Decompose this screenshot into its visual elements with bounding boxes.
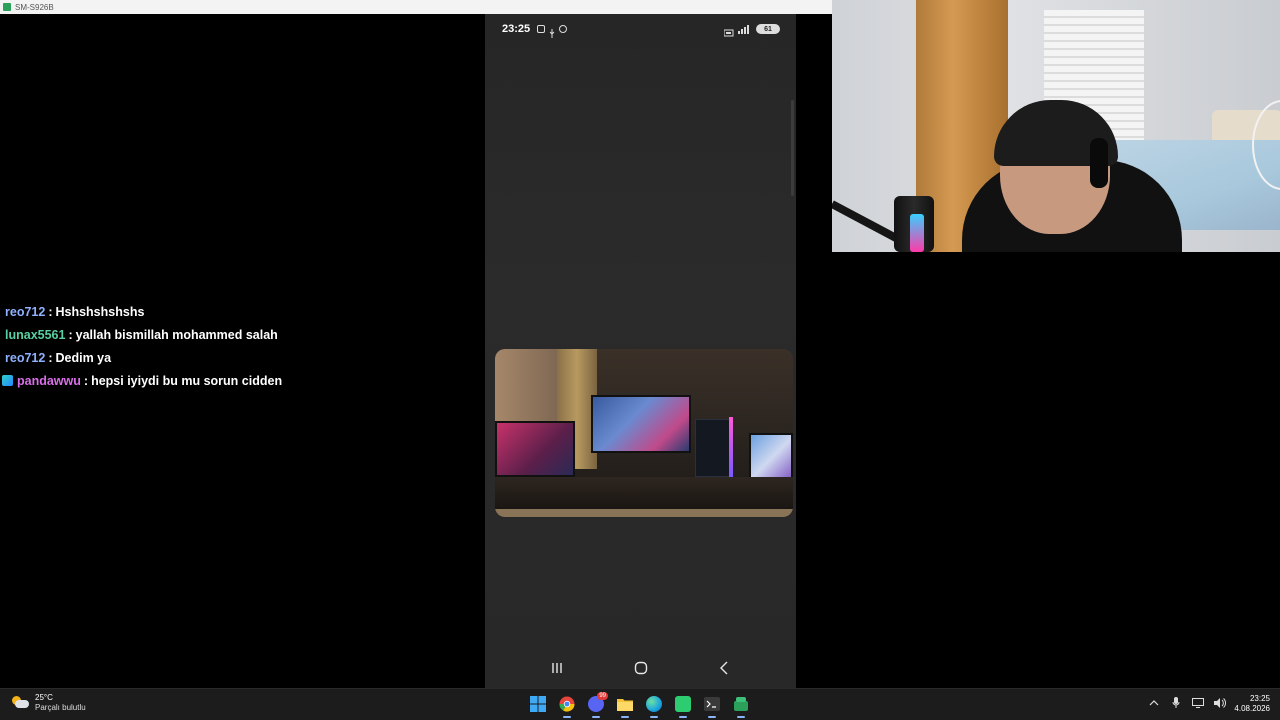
scrollbar-thumb[interactable] [791,100,794,196]
chat-username: reo712 [5,350,46,365]
window-title: SM-S926B [15,2,54,12]
weather-description: Parçalı bulutlu [35,703,86,712]
gaming-setup-photo[interactable] [495,349,793,517]
microphone-icon[interactable] [1170,697,1182,709]
chat-overlay: reo712 : Hshshshshshs lunax5561 : yallah… [2,300,475,392]
discord-badge: 99 [597,692,608,700]
home-icon[interactable] [629,658,653,678]
weather-widget[interactable]: 25°C Parçalı bulutlu [12,693,86,713]
chat-username: pandawwu [17,373,81,388]
windows-taskbar: 25°C Parçalı bulutlu 99 23:25 4.08.2026 [0,688,1280,720]
phone-screen-mirror[interactable]: 23:25 61 [485,14,796,688]
edge-icon[interactable] [644,694,664,718]
window-titlebar[interactable]: SM-S926B [0,0,832,14]
taskbar-clock[interactable]: 23:25 4.08.2026 [1234,694,1270,714]
volume-icon[interactable] [1214,697,1226,709]
android-mirror-icon[interactable] [731,694,751,718]
chevron-up-icon[interactable] [1148,697,1160,709]
recents-icon[interactable] [545,658,569,678]
whatsapp-notification-icon [559,25,568,33]
weather-temperature: 25°C [35,693,53,702]
chat-username: lunax5561 [5,327,66,342]
usb-notification-icon [549,25,555,38]
partly-cloudy-icon [12,696,30,710]
chat-separator: : [48,304,53,319]
webcam-feed [832,0,1280,252]
phone-status-time: 23:25 [502,23,531,35]
subscriber-badge-icon [2,375,13,386]
chat-message: reo712 : Hshshshshshs [5,300,475,323]
signal-strength-icon [738,24,752,34]
chat-message: reo712 : Dedim ya [5,346,475,369]
scrcpy-icon[interactable] [673,694,693,718]
chat-text: yallah bismillah mohammed salah [75,327,278,342]
chat-separator: : [83,373,89,388]
rgb-light-bar [729,417,733,477]
pc-case [695,419,733,477]
windows-start-icon[interactable] [528,694,548,714]
left-monitor [495,421,575,477]
chrome-icon[interactable] [557,694,577,718]
chat-separator: : [68,327,73,342]
chat-message: pandawwu : hepsi iyiydi bu mu sorun cidd… [2,369,475,392]
terminal-icon[interactable] [702,694,722,718]
phone-navigation-bar [485,656,796,680]
discord-icon[interactable]: 99 [586,692,608,718]
center-monitor [591,395,691,453]
chat-text: hepsi iyiydi bu mu sorun cidden [91,373,283,388]
wifi-calling-icon [723,25,734,37]
file-explorer-icon[interactable] [615,694,635,718]
back-icon[interactable] [712,658,736,678]
clock-time: 23:25 [1249,694,1270,703]
network-icon[interactable] [1192,697,1204,709]
battery-indicator: 61 [756,24,780,34]
system-tray [1148,697,1226,709]
taskbar-apps: 99 [528,692,751,718]
chat-text: Hshshshshshs [55,304,145,319]
chat-text: Dedim ya [55,350,112,365]
app-icon [3,3,11,11]
clock-date: 4.08.2026 [1234,704,1270,713]
instagram-notification-icon [537,25,546,33]
phone-status-bar: 23:25 61 [485,20,796,38]
chat-message: lunax5561 : yallah bismillah mohammed sa… [5,323,475,346]
chat-separator: : [48,350,53,365]
chat-username: reo712 [5,304,46,319]
